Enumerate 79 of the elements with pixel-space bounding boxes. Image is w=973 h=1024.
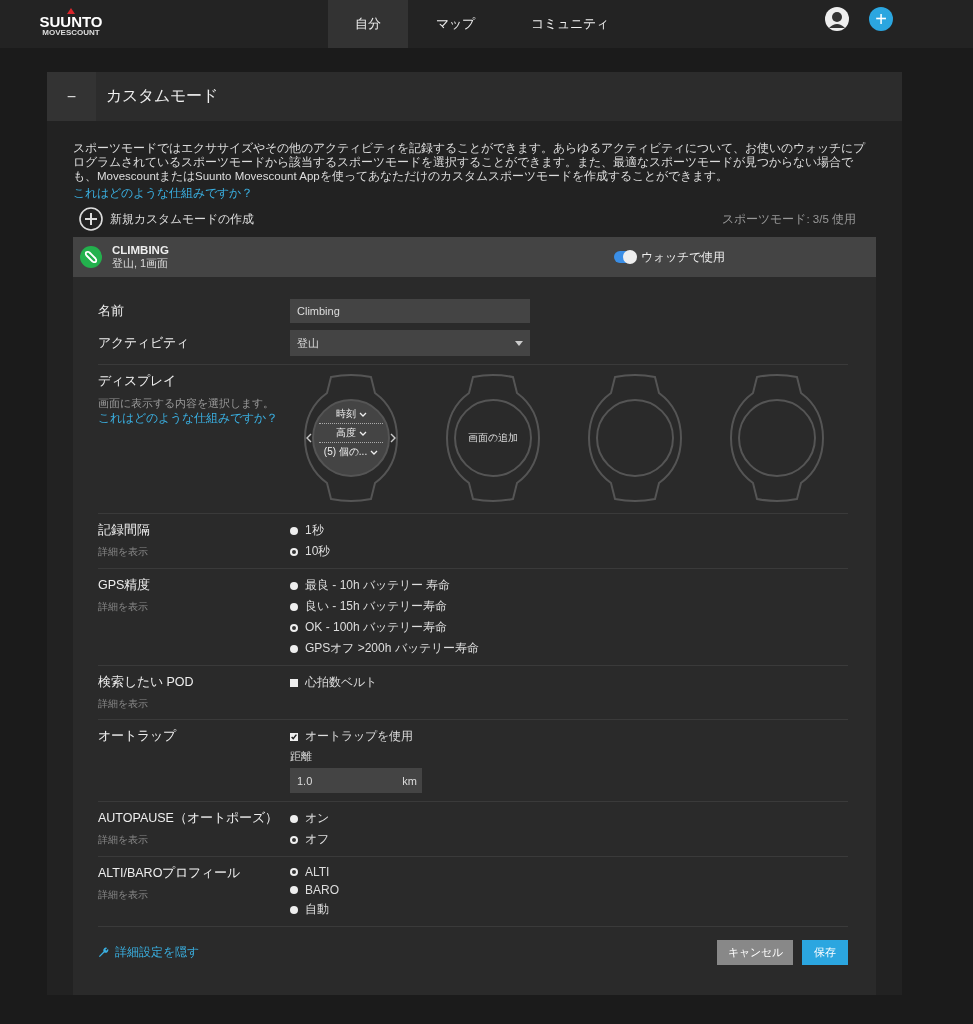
radio-button[interactable]	[290, 644, 298, 653]
option-label: GPSオフ >200h バッテリー寿命	[305, 640, 479, 657]
option-label: 自動	[305, 901, 329, 918]
nav-tab[interactable]: 自分	[328, 0, 408, 48]
plus-circle-icon	[79, 207, 103, 231]
option-label: 1秒	[305, 522, 324, 539]
chevron-left-icon[interactable]	[306, 433, 312, 443]
chevron-down-icon[interactable]	[358, 411, 367, 417]
section-label: ディスプレイ	[98, 373, 177, 390]
section-label: 検索したい POD	[98, 674, 195, 691]
option-label: オン	[305, 810, 329, 827]
checkbox[interactable]	[290, 732, 298, 741]
help-link[interactable]: これはどのような仕組みですか？	[73, 186, 253, 201]
radio-button[interactable]	[290, 623, 298, 632]
section-label: ALTI/BAROプロフィール	[98, 865, 242, 882]
details-link[interactable]: 詳細を表示	[98, 697, 290, 711]
logo[interactable]: SUUNTO MOVESCOUNT	[40, 8, 102, 37]
radio-button[interactable]	[290, 814, 298, 823]
help-link[interactable]: これはどのような仕組みですか？	[98, 411, 290, 426]
field-label: 距離	[290, 749, 313, 764]
logo-text: SUUNTO	[39, 14, 103, 29]
radio-button[interactable]	[290, 868, 298, 876]
mode-subtitle: 登山, 1画面	[112, 255, 170, 271]
radio-button[interactable]	[290, 835, 298, 844]
option-label: 心拍数ベルト	[305, 674, 377, 691]
cancel-button[interactable]: キャンセル	[717, 940, 793, 965]
checkbox[interactable]	[290, 678, 298, 687]
panel-title: カスタムモード	[106, 86, 218, 106]
field-label: 名前	[98, 302, 125, 320]
wrench-icon	[98, 947, 109, 958]
nav-tab[interactable]: コミュニティ	[503, 0, 637, 48]
nav-tab[interactable]: マップ	[408, 0, 503, 48]
details-link[interactable]: 詳細を表示	[98, 545, 290, 559]
chevron-down-icon[interactable]	[358, 430, 367, 436]
screen-field-label[interactable]: 時刻	[335, 407, 356, 421]
section-label: GPS精度	[98, 577, 152, 594]
section-label: AUTOPAUSE（オートポーズ）	[98, 810, 279, 827]
toggle-label: ウォッチで使用	[641, 249, 725, 265]
radio-button[interactable]	[290, 547, 298, 556]
create-mode-link[interactable]: 新規カスタムモードの作成	[79, 207, 254, 231]
details-link[interactable]: 詳細を表示	[98, 833, 290, 847]
radio-button[interactable]	[290, 581, 298, 590]
option-label: 10秒	[305, 543, 331, 560]
radio-button[interactable]	[290, 526, 298, 535]
radio-button[interactable]	[290, 602, 298, 611]
screen-field-label[interactable]: 高度	[335, 426, 356, 440]
option-label: BARO	[305, 883, 339, 897]
distance-input[interactable]: 1.0 km	[290, 768, 422, 793]
option-label: オートラップを使用	[305, 728, 413, 745]
toggle-switch[interactable]	[614, 251, 636, 263]
option-label: 最良 - 10h バッテリー 寿命	[305, 577, 451, 594]
section-label: オートラップ	[98, 728, 178, 745]
option-label: オフ	[305, 831, 329, 848]
option-label: OK - 100h バッテリー寿命	[305, 619, 448, 636]
climbing-icon	[80, 246, 102, 268]
radio-button[interactable]	[290, 905, 298, 914]
caret-icon	[515, 340, 523, 346]
usage-count: スポーツモード: 3/5 使用	[722, 211, 856, 227]
intro-paragraph: スポーツモードではエクササイズやその他のアクティビティを記録することができます。あらゆるアクティビティについて、お使いのウォッチにプログラムされているスポーツモードから該当するスポーツモードを選択することができます。また、最適なスポーツモードが見つからない場合でも、MovescountまたはSuunto Movescount Appを使ってあなただけのカスタムスポーツモードを作成することができます。	[73, 141, 867, 183]
chevron-down-icon[interactable]	[370, 449, 379, 455]
chevron-right-icon[interactable]	[390, 433, 396, 443]
name-input[interactable]: Climbing	[290, 299, 530, 323]
mode-name: CLIMBING	[112, 243, 170, 256]
activity-dropdown[interactable]: 登山	[290, 330, 530, 356]
hide-advanced-link[interactable]: 詳細設定を隠す	[98, 945, 199, 960]
section-label: 記録間隔	[98, 522, 151, 539]
add-screen-button[interactable]: 画面の追加	[459, 431, 527, 445]
option-label: ALTI	[305, 865, 330, 879]
logo-subtext: MOVESCOUNT	[42, 29, 100, 37]
hint-text: 画面に表示する内容を選択します。	[98, 396, 275, 411]
details-link[interactable]: 詳細を表示	[98, 600, 290, 614]
radio-button[interactable]	[290, 886, 298, 894]
field-label: アクティビティ	[98, 334, 190, 352]
option-label: 良い - 15h バッテリー寿命	[305, 598, 448, 615]
screen-field-label[interactable]: (5) 個の...	[323, 445, 368, 459]
details-link[interactable]: 詳細を表示	[98, 888, 290, 902]
collapse-button[interactable]: −	[47, 72, 96, 121]
avatar-icon[interactable]	[825, 7, 849, 31]
triangle-icon	[67, 8, 75, 14]
